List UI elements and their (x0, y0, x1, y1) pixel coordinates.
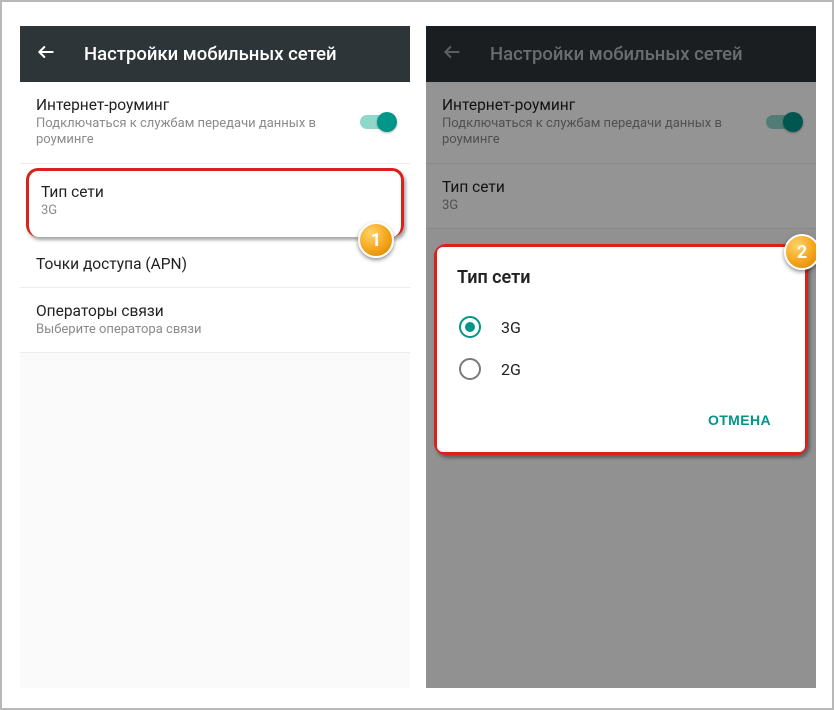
stage: Настройки мобильных сетей Интернет-роуми… (0, 0, 834, 710)
phone-screenshot-right: Настройки мобильных сетей Интернет-роуми… (426, 26, 816, 688)
back-icon[interactable] (36, 42, 56, 66)
radio-label: 3G (501, 318, 521, 337)
settings-list: Интернет-роуминг Подключаться к службам … (20, 82, 410, 353)
cancel-button[interactable]: ОТМЕНА (698, 404, 781, 436)
row-operators[interactable]: Операторы связи Выберите оператора связи (20, 288, 410, 353)
row-roaming[interactable]: Интернет-роуминг Подключаться к службам … (20, 82, 410, 164)
row-apn-title: Точки доступа (APN) (36, 255, 394, 273)
row-operators-sub: Выберите оператора связи (36, 322, 394, 338)
row-roaming-sub: Подключаться к службам передачи данных в… (36, 116, 348, 149)
row-network-type[interactable]: Тип сети 3G (26, 168, 404, 237)
radio-option-2g[interactable]: 2G (457, 348, 785, 390)
appbar-title: Настройки мобильных сетей (84, 43, 337, 65)
dialog-title: Тип сети (457, 267, 785, 288)
roaming-switch[interactable] (360, 115, 394, 129)
phone-screenshot-left: Настройки мобильных сетей Интернет-роуми… (20, 26, 410, 688)
row-nettype-sub: 3G (41, 203, 389, 219)
row-operators-title: Операторы связи (36, 302, 394, 320)
radio-label: 2G (501, 360, 521, 379)
step-marker-2: 2 (784, 234, 816, 270)
row-apn[interactable]: Точки доступа (APN) (20, 241, 410, 288)
step-marker-1: 1 (358, 222, 394, 258)
dialog-network-type: Тип сети 3G 2G ОТМЕНА (434, 244, 808, 455)
row-roaming-title: Интернет-роуминг (36, 96, 348, 114)
radio-icon (459, 316, 481, 338)
row-nettype-title: Тип сети (41, 183, 389, 201)
radio-option-3g[interactable]: 3G (457, 306, 785, 348)
appbar: Настройки мобильных сетей (20, 26, 410, 82)
radio-icon (459, 358, 481, 380)
dialog-actions: ОТМЕНА (457, 390, 785, 442)
